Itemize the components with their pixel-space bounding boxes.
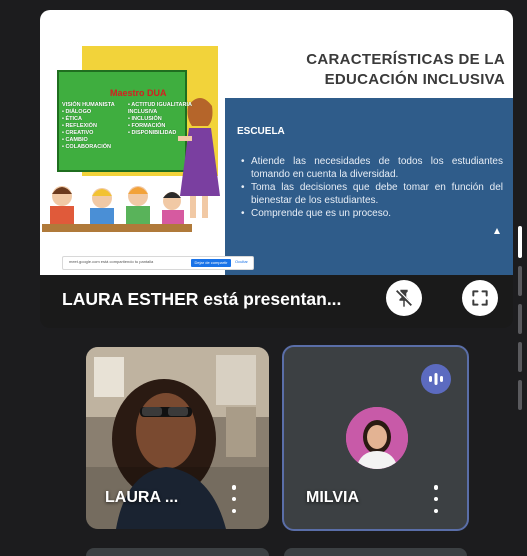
- slide-bullet-list: Atiende las necesidades de todos los est…: [241, 156, 503, 222]
- pointer-cursor: [494, 228, 500, 234]
- participant-tile-milvia[interactable]: MILVIA: [282, 345, 469, 531]
- illustration-col-left: VISIÓN HUMANISTA • DIÁLOGO • ÉTICA • REF…: [62, 102, 115, 150]
- fullscreen-icon: [472, 290, 488, 306]
- unpin-button[interactable]: [386, 280, 422, 316]
- speaking-indicator: [421, 364, 451, 394]
- presentation-tile[interactable]: Maestro DUA VISIÓN HUMANISTA • DIÁLOGO •…: [40, 10, 513, 328]
- presenter-label: LAURA ESTHER está presentan...: [62, 289, 342, 309]
- participant-tile-laura[interactable]: LAURA ...: [86, 347, 269, 529]
- fullscreen-button[interactable]: [462, 280, 498, 316]
- more-vert-icon: [231, 508, 237, 513]
- more-options-button[interactable]: [226, 485, 242, 513]
- more-vert-icon: [433, 485, 439, 490]
- more-vert-icon: [231, 496, 237, 502]
- illustration-col-right: • ACTITUD IGUALITARIA INCLUSIVA • INCLUS…: [128, 102, 192, 136]
- slide-content-panel: ESCUELA Atiende las necesidades de todos…: [225, 98, 513, 275]
- hide-share-bar-button[interactable]: Ocultar: [235, 259, 248, 264]
- scrollbar-segment: [518, 266, 522, 296]
- participant-name: LAURA ...: [105, 489, 179, 506]
- slide-illustration: Maestro DUA VISIÓN HUMANISTA • DIÁLOGO •…: [40, 46, 225, 241]
- scrollbar-segment: [518, 342, 522, 372]
- shared-slide: Maestro DUA VISIÓN HUMANISTA • DIÁLOGO •…: [40, 10, 513, 275]
- participant-name: MILVIA: [306, 489, 360, 506]
- slide-bullet: Toma las decisiones que debe tomar en fu…: [241, 182, 503, 207]
- more-vert-icon: [231, 485, 237, 490]
- scrollbar-thumb[interactable]: [518, 226, 522, 258]
- avatar: [346, 407, 408, 469]
- more-vert-icon: [433, 496, 439, 502]
- unpin-icon: [396, 289, 413, 308]
- scrollbar-segment: [518, 304, 522, 334]
- more-options-button[interactable]: [428, 485, 444, 513]
- illustration-title: Maestro DUA: [110, 88, 167, 98]
- participant-tile-partial[interactable]: [86, 548, 269, 556]
- slide-heading: ESCUELA: [237, 126, 285, 137]
- slide-bullet: Comprende que es un proceso.: [241, 208, 503, 221]
- slide-bullet: Atiende las necesidades de todos los est…: [241, 156, 503, 181]
- meet-screen: Maestro DUA VISIÓN HUMANISTA • DIÁLOGO •…: [0, 0, 527, 556]
- avatar-image: [346, 407, 408, 469]
- screen-share-bar: meet.google.com está compartiendo tu pan…: [62, 256, 254, 270]
- scrollbar-segment: [518, 380, 522, 410]
- more-vert-icon: [433, 508, 439, 513]
- slide-title: CARACTERÍSTICAS DE LA EDUCACIÓN INCLUSIV…: [306, 51, 505, 88]
- stop-sharing-button[interactable]: Dejar de compartir: [191, 259, 231, 267]
- audio-wave-icon: [429, 373, 443, 385]
- participant-tile-partial[interactable]: [284, 548, 467, 556]
- share-bar-text: meet.google.com está compartiendo tu pan…: [69, 259, 154, 264]
